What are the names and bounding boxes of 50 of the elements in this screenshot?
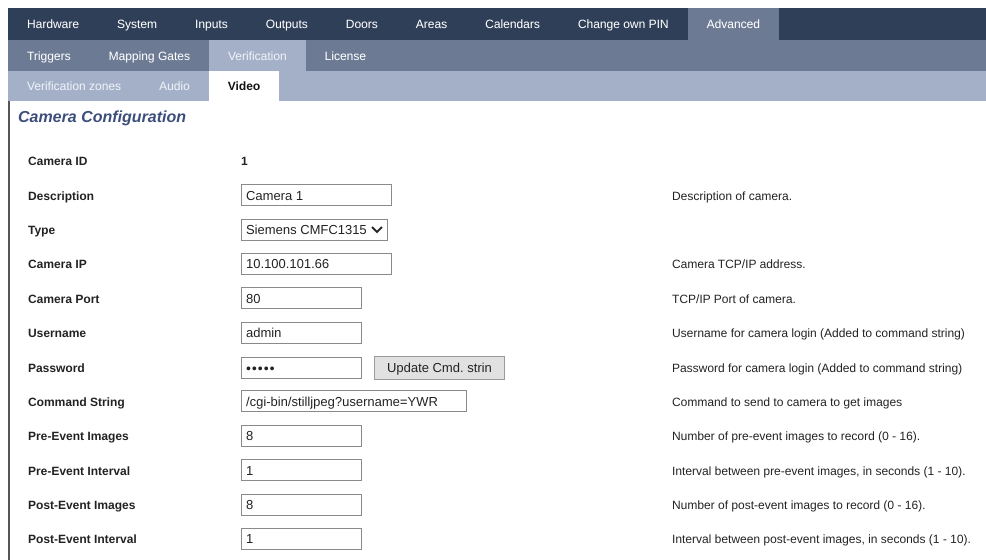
help-text: Camera TCP/IP address. [672, 256, 806, 274]
field-label: Description [27, 188, 96, 205]
type-dropdown[interactable]: Siemens CMFC1315 [241, 218, 388, 241]
nav-tab[interactable]: Advanced [688, 8, 779, 40]
help-text: Interval between post-event images, in seconds (1 - 10). [672, 531, 971, 548]
help-text: Number of post-event images to record (0 - 16). [672, 497, 926, 514]
field-label: Command String [27, 394, 126, 411]
field-value: 1 [241, 154, 248, 168]
field-label: Password [27, 360, 86, 377]
nav-tab[interactable]: Calendars [466, 8, 559, 40]
help-text: Password for camera login (Added to command string) [672, 360, 962, 377]
help-text: Interval between pre-event images, in seconds (1 - 10). [672, 462, 966, 480]
field-label: Pre-Event Images [27, 428, 130, 446]
nav-tab[interactable]: Outputs [246, 8, 327, 40]
nav-tab[interactable]: Video [208, 71, 280, 101]
nav-tab[interactable]: System [98, 8, 176, 40]
nav-tab[interactable]: Doors [326, 8, 397, 40]
update-command-button[interactable]: Update Cmd. strin [374, 356, 505, 380]
input-field[interactable]: Camera 1 [241, 184, 392, 206]
chevron-down-icon [370, 226, 383, 234]
nav-tab[interactable]: License [306, 40, 386, 71]
field-label: Camera IP [27, 256, 88, 274]
input-field[interactable]: 1 [241, 459, 362, 482]
help-text: Username for camera login (Added to command string) [672, 325, 965, 342]
nav-tab[interactable]: Hardware [8, 8, 98, 40]
field-label: Post-Event Images [27, 497, 136, 514]
page-title: Camera Configuration [17, 108, 188, 128]
input-field[interactable]: admin [241, 322, 362, 344]
field-label: Camera Port [27, 290, 100, 308]
nav-tab[interactable]: Inputs [176, 8, 247, 40]
help-text: Number of pre-event images to record (0 - 16). [672, 428, 920, 446]
field-label: Type [27, 222, 56, 239]
nav-tab[interactable]: Triggers [8, 40, 90, 71]
nav-tab[interactable]: Mapping Gates [90, 40, 209, 71]
input-field[interactable]: 10.100.101.66 [241, 252, 392, 275]
nav-tab[interactable]: Change own PIN [558, 8, 688, 40]
nav-tab[interactable]: Areas [396, 8, 466, 40]
field-label: Camera ID [27, 153, 88, 170]
input-field[interactable]: 80 [241, 287, 362, 310]
help-text: Description of camera. [672, 188, 792, 205]
input-field[interactable]: 1 [241, 528, 362, 550]
input-field[interactable]: 8 [241, 424, 362, 447]
field-label: Post-Event Interval [27, 531, 138, 548]
input-field[interactable]: /cgi-bin/stilljpeg?username=YWR [241, 390, 467, 412]
input-field[interactable]: 8 [241, 494, 362, 516]
field-label: Pre-Event Interval [27, 462, 132, 480]
help-text: Command to send to camera to get images [672, 394, 902, 411]
password-field[interactable]: ••••• [241, 356, 362, 379]
help-text: TCP/IP Port of camera. [672, 290, 796, 308]
field-label: Username [27, 325, 88, 342]
